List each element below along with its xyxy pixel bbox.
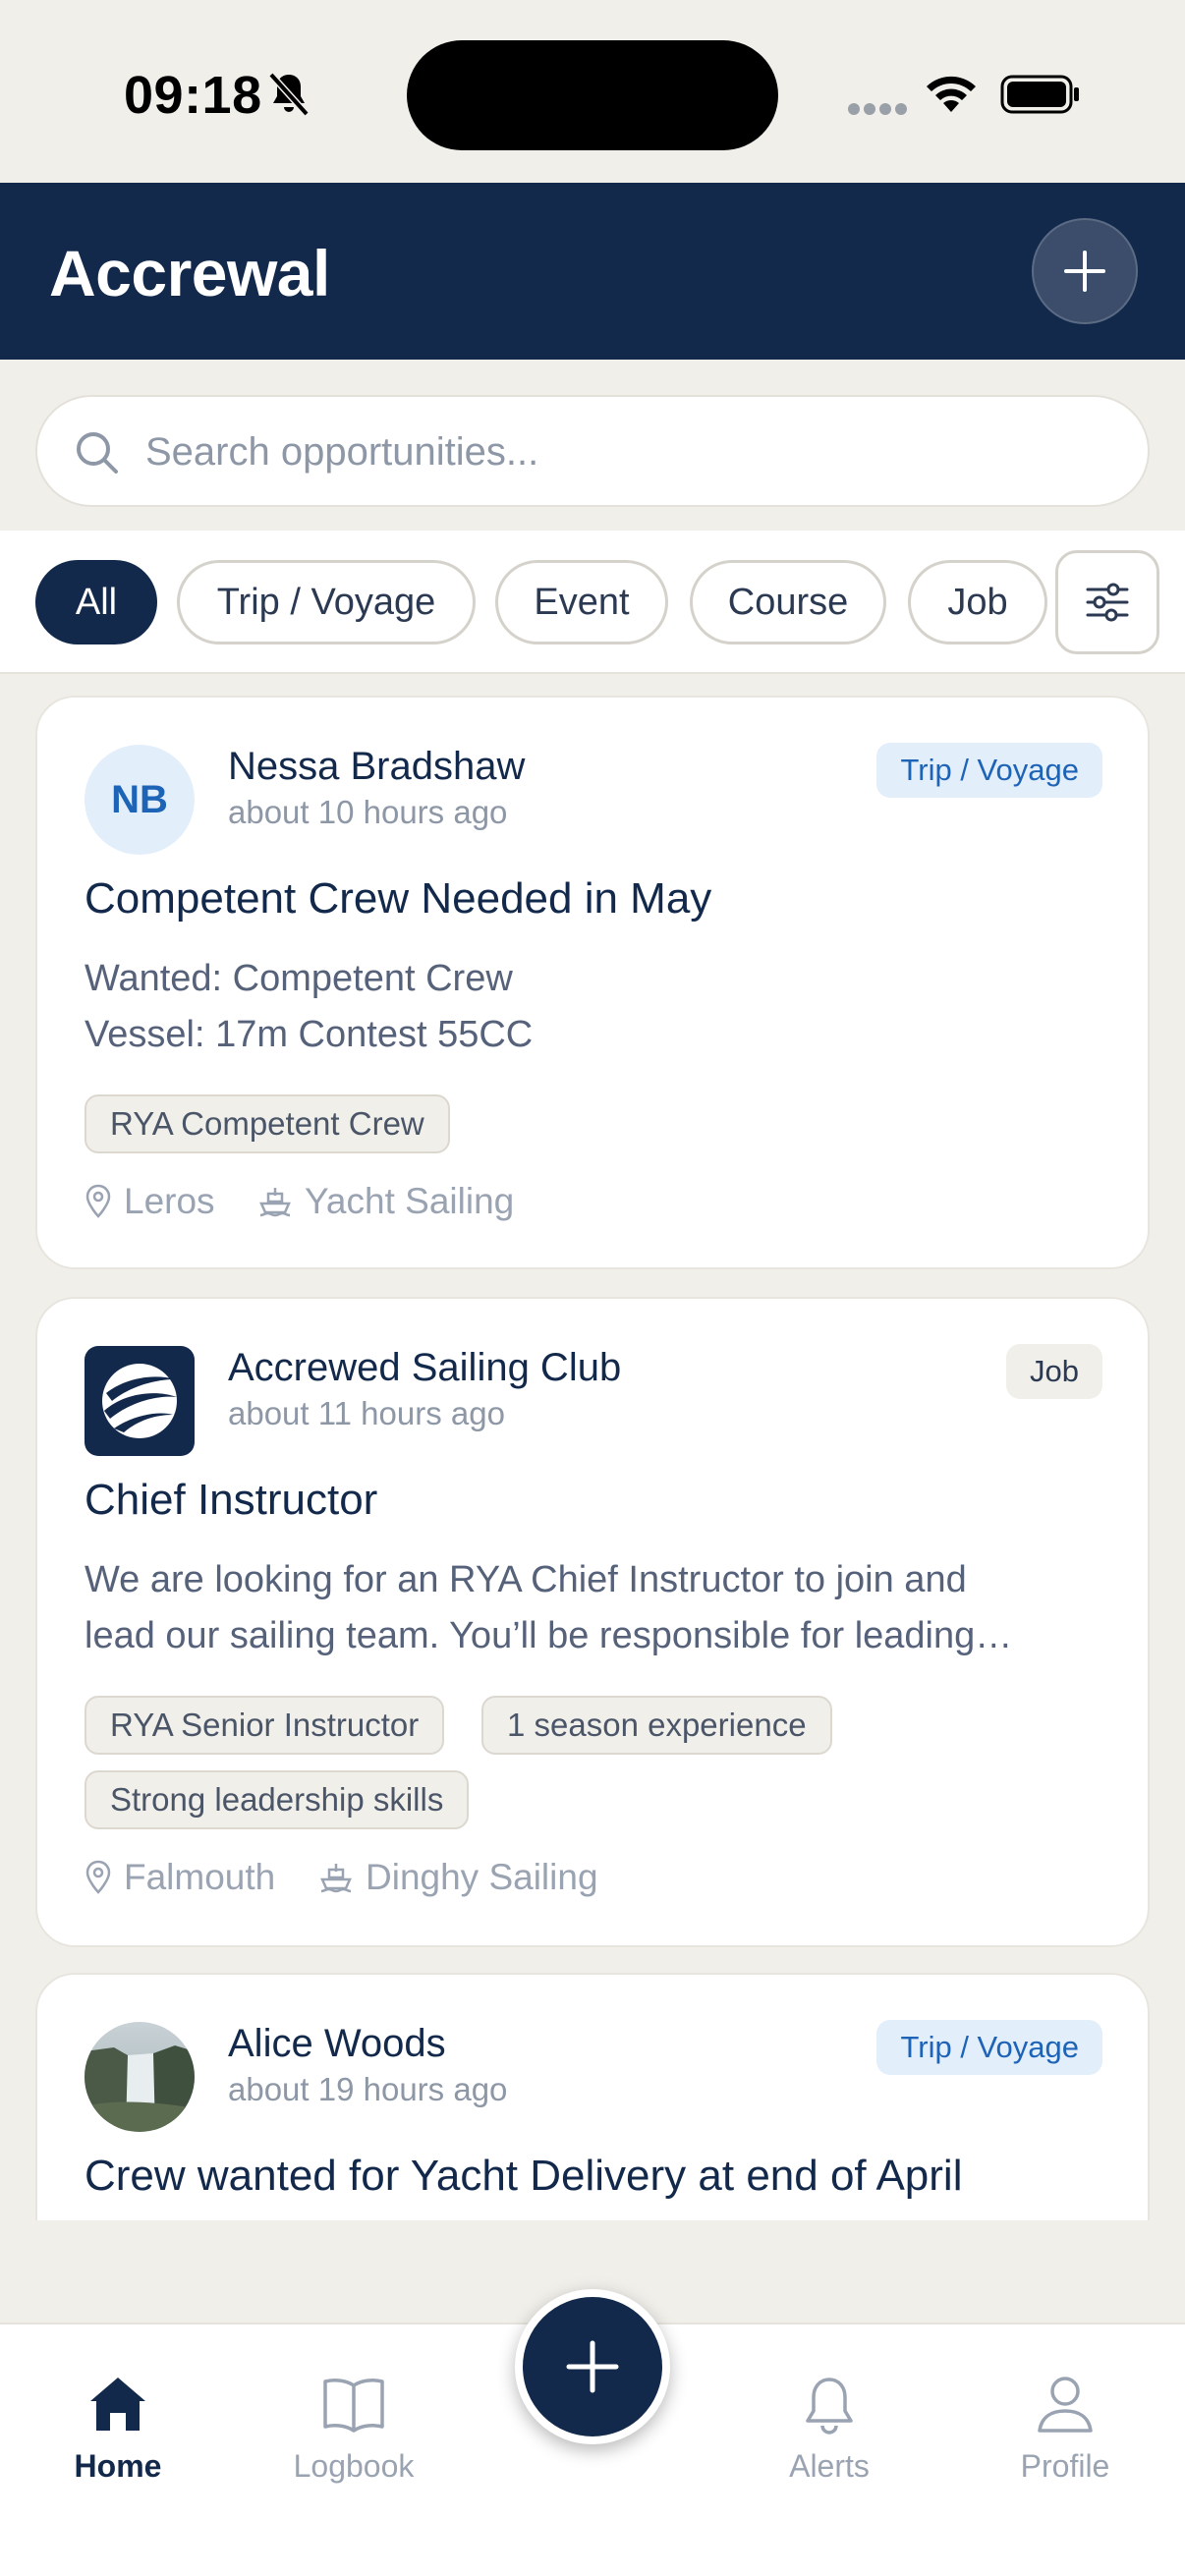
create-post-button[interactable] xyxy=(515,2289,670,2444)
opportunity-card[interactable]: NB Nessa Bradshaw about 10 hours ago Tri… xyxy=(35,696,1150,1269)
app-title: Accrewal xyxy=(49,237,330,309)
filter-chip-trip-voyage[interactable]: Trip / Voyage xyxy=(177,560,476,644)
activity-meta: Yacht Sailing xyxy=(257,1181,514,1222)
requirement-tag: RYA Competent Crew xyxy=(85,1094,450,1153)
signal-dots-icon xyxy=(848,103,907,115)
nav-home[interactable]: Home xyxy=(20,2374,216,2501)
home-icon xyxy=(90,2378,145,2431)
battery-icon xyxy=(1000,75,1079,114)
nav-label: Profile xyxy=(1020,2448,1110,2484)
post-time: about 11 hours ago xyxy=(228,1395,505,1431)
app-header: Accrewal xyxy=(0,183,1185,360)
location-label: Leros xyxy=(124,1181,215,1221)
filter-chip-course[interactable]: Course xyxy=(690,560,886,644)
post-time: about 19 hours ago xyxy=(228,2071,508,2107)
nav-profile[interactable]: Profile xyxy=(967,2374,1163,2501)
card-title: Competent Crew Needed in May xyxy=(85,874,712,923)
waterfall-photo-icon xyxy=(85,2022,195,2132)
nav-label: Home xyxy=(74,2448,162,2484)
bell-icon xyxy=(806,2378,853,2435)
plus-icon xyxy=(566,2340,619,2393)
opportunity-card[interactable]: Accrewed Sailing Club about 11 hours ago… xyxy=(35,1297,1150,1947)
wifi-icon xyxy=(927,76,976,112)
opportunity-card[interactable]: Alice Woods about 19 hours ago Trip / Vo… xyxy=(35,1973,1150,2220)
book-icon xyxy=(323,2379,384,2433)
nav-label: Logbook xyxy=(293,2448,415,2484)
sliders-icon xyxy=(1086,583,1129,622)
dynamic-island xyxy=(407,40,778,150)
status-bar: 09:18 xyxy=(0,0,1185,183)
card-body: We are looking for an RYA Chief Instruct… xyxy=(85,1552,1106,1664)
body-line: We are looking for an RYA Chief Instruct… xyxy=(85,1559,967,1600)
avatar-photo xyxy=(85,2022,195,2132)
user-icon xyxy=(1038,2377,1093,2433)
filter-chip-job[interactable]: Job xyxy=(908,560,1047,644)
poster-name: Nessa Bradshaw xyxy=(228,745,526,788)
header-add-button[interactable] xyxy=(1032,218,1138,324)
boat-icon xyxy=(259,1188,291,1217)
nav-logbook[interactable]: Logbook xyxy=(255,2374,452,2501)
boat-icon xyxy=(320,1864,352,1893)
activity-label: Yacht Sailing xyxy=(305,1181,515,1221)
filter-chip-all[interactable]: All xyxy=(35,560,157,644)
card-body: Wanted: Competent Crew Vessel: 17m Conte… xyxy=(85,951,1106,1063)
filter-chip-event[interactable]: Event xyxy=(495,560,668,644)
filter-bar: All Trip / Voyage Event Course Job xyxy=(0,531,1185,674)
search-placeholder: Search opportunities... xyxy=(145,430,539,474)
card-title: Crew wanted for Yacht Delivery at end of… xyxy=(85,2152,963,2200)
poster-name: Accrewed Sailing Club xyxy=(228,1346,622,1389)
club-logo-icon xyxy=(102,1364,177,1438)
location-label: Falmouth xyxy=(124,1857,276,1897)
nav-label: Alerts xyxy=(789,2448,870,2484)
search-icon xyxy=(77,432,118,474)
activity-meta: Dinghy Sailing xyxy=(318,1857,598,1898)
nav-alerts[interactable]: Alerts xyxy=(731,2374,928,2501)
bottom-nav: Home Logbook Alerts Profile xyxy=(0,2289,1185,2576)
silent-bell-icon xyxy=(268,72,310,117)
body-line: Vessel: 17m Contest 55CC xyxy=(85,1014,534,1055)
activity-label: Dinghy Sailing xyxy=(366,1857,598,1897)
filter-settings-button[interactable] xyxy=(1055,550,1159,654)
type-badge: Trip / Voyage xyxy=(876,743,1102,798)
poster-name: Alice Woods xyxy=(228,2022,446,2065)
map-pin-icon xyxy=(85,1184,111,1218)
status-time: 09:18 xyxy=(124,66,262,125)
avatar: NB xyxy=(85,745,195,855)
opportunity-feed: NB Nessa Bradshaw about 10 hours ago Tri… xyxy=(0,676,1185,2220)
body-line: Wanted: Competent Crew xyxy=(85,958,513,999)
map-pin-icon xyxy=(85,1860,111,1894)
location-meta: Leros xyxy=(85,1181,215,1222)
type-badge: Trip / Voyage xyxy=(876,2020,1102,2075)
body-line: lead our sailing team. You’ll be respons… xyxy=(85,1615,1013,1656)
requirement-tag: 1 season experience xyxy=(481,1696,832,1755)
post-time: about 10 hours ago xyxy=(228,794,508,830)
search-input[interactable]: Search opportunities... xyxy=(35,395,1150,507)
card-title: Chief Instructor xyxy=(85,1476,378,1524)
type-badge: Job xyxy=(1006,1344,1102,1399)
requirement-tag: Strong leadership skills xyxy=(85,1770,470,1829)
club-logo-avatar xyxy=(85,1346,195,1456)
location-meta: Falmouth xyxy=(85,1857,275,1898)
plus-icon xyxy=(1064,251,1105,292)
requirement-tag: RYA Senior Instructor xyxy=(85,1696,445,1755)
